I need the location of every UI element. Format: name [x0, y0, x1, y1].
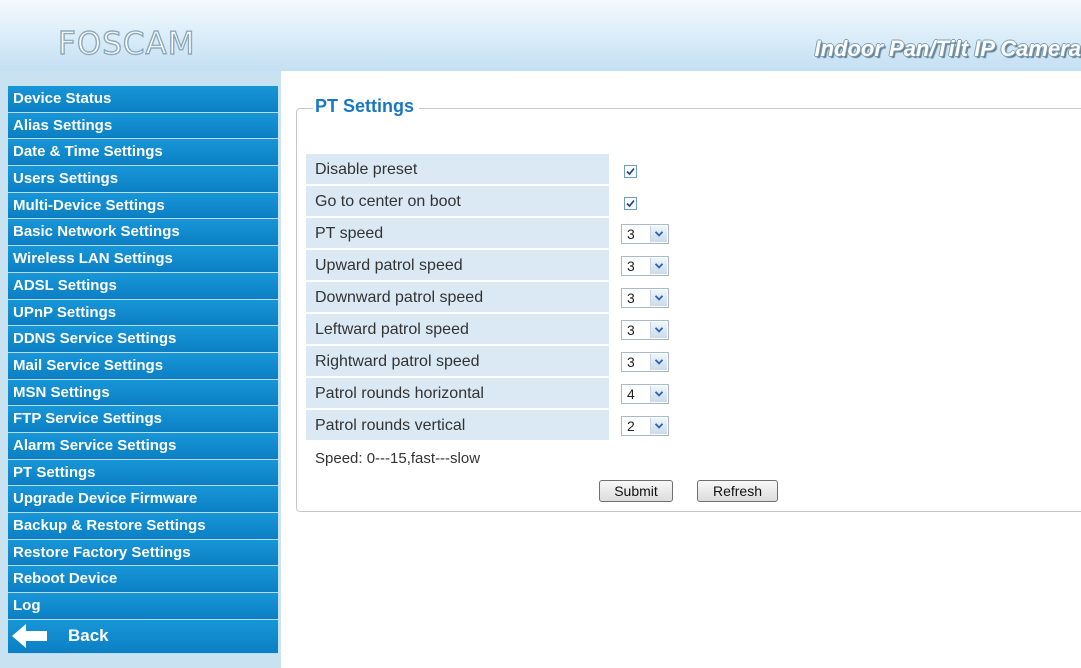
back-arrow-icon	[12, 624, 47, 649]
sidebar-item-upnp-settings[interactable]: UPnP Settings	[8, 299, 278, 327]
setting-select[interactable]: 3	[621, 224, 669, 244]
sidebar-item-date-time-settings[interactable]: Date & Time Settings	[8, 139, 278, 167]
sidebar-item-backup-restore-settings[interactable]: Backup & Restore Settings	[8, 513, 278, 540]
select-value: 3	[627, 322, 635, 338]
product-title: Indoor Pan/Tilt IP Camera	[814, 36, 1081, 61]
sidebar-item-alarm-service-settings[interactable]: Alarm Service Settings	[8, 432, 278, 460]
setting-label: Go to center on boot	[306, 186, 609, 216]
checkmark-icon	[626, 199, 635, 208]
chevron-down-icon[interactable]	[650, 386, 667, 402]
sidebar-item-device-status[interactable]: Device Status	[8, 86, 278, 113]
settings-row: Disable preset	[306, 154, 1081, 186]
sidebar-item-restore-factory-settings[interactable]: Restore Factory Settings	[8, 539, 278, 567]
settings-row: Patrol rounds horizontal 4	[306, 378, 1081, 410]
sidebar-item-alias-settings[interactable]: Alias Settings	[8, 112, 278, 140]
sidebar-item-users-settings[interactable]: Users Settings	[8, 166, 278, 193]
setting-value-cell	[611, 186, 1081, 216]
select-value: 3	[627, 290, 635, 306]
sidebar-item-ftp-service-settings[interactable]: FTP Service Settings	[8, 406, 278, 433]
settings-row: Rightward patrol speed 3	[306, 346, 1081, 378]
setting-value-cell: 3	[611, 250, 1081, 280]
sidebar-item-basic-network-settings[interactable]: Basic Network Settings	[8, 219, 278, 247]
setting-label: Downward patrol speed	[306, 282, 609, 312]
sidebar-item-pt-settings[interactable]: PT Settings	[8, 459, 278, 487]
sidebar-item-adsl-settings[interactable]: ADSL Settings	[8, 272, 278, 300]
select-value: 3	[627, 226, 635, 242]
sidebar-item-msn-settings[interactable]: MSN Settings	[8, 379, 278, 407]
setting-select[interactable]: 3	[621, 256, 669, 276]
submit-button[interactable]: Submit	[599, 480, 673, 502]
speed-hint: Speed: 0---15,fast---slow	[315, 450, 481, 467]
setting-value-cell: 4	[611, 378, 1081, 408]
setting-label: Patrol rounds horizontal	[306, 378, 609, 408]
chevron-down-icon[interactable]	[650, 226, 667, 242]
select-value: 2	[627, 418, 635, 434]
select-value: 4	[627, 386, 635, 402]
foscam-logo: FOSCAM	[57, 25, 196, 62]
sidebar-item-log[interactable]: Log	[8, 593, 278, 620]
setting-label: Patrol rounds vertical	[306, 410, 609, 440]
setting-label: Leftward patrol speed	[306, 314, 609, 344]
sidebar-item-ddns-service-settings[interactable]: DDNS Service Settings	[8, 326, 278, 353]
page-title: PT Settings	[313, 96, 420, 117]
setting-select[interactable]: 3	[621, 352, 669, 372]
settings-row: PT speed 3	[306, 218, 1081, 250]
setting-value-cell: 3	[611, 346, 1081, 376]
setting-select[interactable]: 3	[621, 320, 669, 340]
setting-value-cell	[611, 154, 1081, 184]
sidebar-item-multi-device-settings[interactable]: Multi-Device Settings	[8, 192, 278, 220]
sidebar-item-upgrade-device-firmware[interactable]: Upgrade Device Firmware	[8, 486, 278, 513]
setting-label: Disable preset	[306, 154, 609, 184]
setting-select[interactable]: 2	[621, 416, 669, 436]
header-banner: FOSCAM Indoor Pan/Tilt IP Camera	[0, 0, 1081, 71]
sidebar-item-reboot-device[interactable]: Reboot Device	[8, 566, 278, 594]
settings-row: Go to center on boot	[306, 186, 1081, 218]
select-value: 3	[627, 354, 635, 370]
chevron-down-icon[interactable]	[650, 418, 667, 434]
sidebar-item-wireless-lan-settings[interactable]: Wireless LAN Settings	[8, 246, 278, 273]
settings-row: Patrol rounds vertical 2	[306, 410, 1081, 442]
setting-checkbox[interactable]	[624, 165, 637, 178]
settings-row: Upward patrol speed 3	[306, 250, 1081, 282]
setting-value-cell: 3	[611, 282, 1081, 312]
setting-label: Upward patrol speed	[306, 250, 609, 280]
setting-checkbox[interactable]	[624, 197, 637, 210]
setting-label: PT speed	[306, 218, 609, 248]
setting-value-cell: 3	[611, 218, 1081, 248]
sidebar-menu: Device Status Alias Settings Date & Time S…	[8, 86, 278, 654]
chevron-down-icon[interactable]	[650, 258, 667, 274]
chevron-down-icon[interactable]	[650, 322, 667, 338]
setting-value-cell: 2	[611, 410, 1081, 440]
setting-select[interactable]: 3	[621, 288, 669, 308]
sidebar: Device Status Alias Settings Date & Time S…	[0, 71, 281, 668]
settings-row: Leftward patrol speed 3	[306, 314, 1081, 346]
chevron-down-icon[interactable]	[650, 354, 667, 370]
setting-select[interactable]: 4	[621, 384, 669, 404]
back-label: Back	[68, 626, 109, 646]
sidebar-item-mail-service-settings[interactable]: Mail Service Settings	[8, 352, 278, 380]
chevron-down-icon[interactable]	[650, 290, 667, 306]
settings-row: Downward patrol speed 3	[306, 282, 1081, 314]
select-value: 3	[627, 258, 635, 274]
setting-value-cell: 3	[611, 314, 1081, 344]
setting-label: Rightward patrol speed	[306, 346, 609, 376]
pt-settings-table: Disable preset Go to center on boot PT spe…	[306, 154, 1081, 442]
back-button[interactable]: Back	[8, 619, 278, 654]
checkmark-icon	[626, 167, 635, 176]
refresh-button[interactable]: Refresh	[697, 480, 778, 502]
